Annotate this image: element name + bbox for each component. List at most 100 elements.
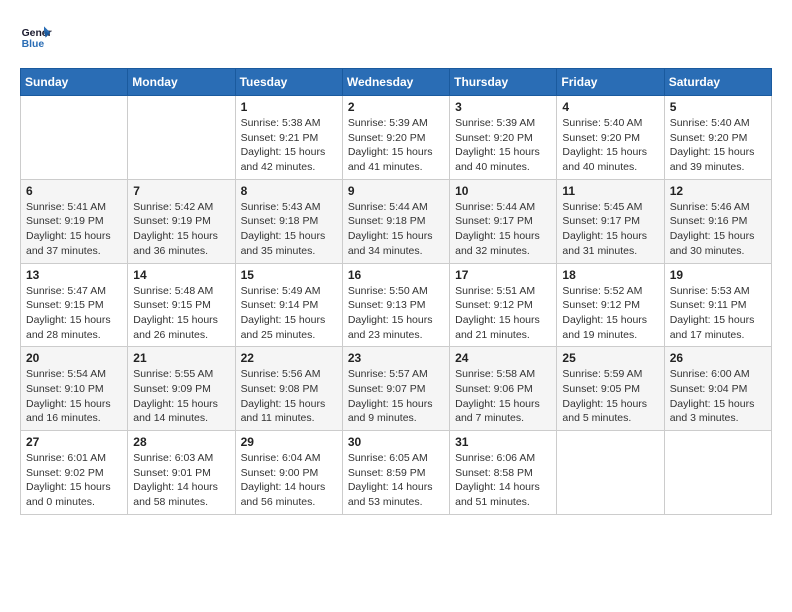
- svg-text:Blue: Blue: [22, 39, 45, 50]
- day-info: Sunrise: 6:05 AMSunset: 8:59 PMDaylight:…: [348, 451, 444, 510]
- day-info: Sunrise: 5:42 AMSunset: 9:19 PMDaylight:…: [133, 200, 229, 259]
- day-info: Sunrise: 5:41 AMSunset: 9:19 PMDaylight:…: [26, 200, 122, 259]
- day-info: Sunrise: 5:48 AMSunset: 9:15 PMDaylight:…: [133, 284, 229, 343]
- calendar-cell: 17Sunrise: 5:51 AMSunset: 9:12 PMDayligh…: [450, 263, 557, 347]
- day-number: 8: [241, 184, 337, 198]
- calendar-cell: 7 Sunrise: 5:42 AMSunset: 9:19 PMDaylight…: [128, 179, 235, 263]
- day-number: 22: [241, 351, 337, 365]
- calendar-week-2: 6 Sunrise: 5:41 AMSunset: 9:19 PMDaylight…: [21, 179, 772, 263]
- calendar-week-5: 27Sunrise: 6:01 AMSunset: 9:02 PMDayligh…: [21, 431, 772, 515]
- day-number: 24: [455, 351, 551, 365]
- day-info: Sunrise: 5:58 AMSunset: 9:06 PMDaylight:…: [455, 367, 551, 426]
- calendar-cell: [664, 431, 771, 515]
- weekday-header-friday: Friday: [557, 69, 664, 96]
- day-number: 11: [562, 184, 658, 198]
- day-info: Sunrise: 5:44 AMSunset: 9:17 PMDaylight:…: [455, 200, 551, 259]
- calendar-cell: 22 Sunrise: 5:56 AMSunset: 9:08 PMDayligh…: [235, 347, 342, 431]
- calendar-cell: 16Sunrise: 5:50 AMSunset: 9:13 PMDayligh…: [342, 263, 449, 347]
- calendar-cell: 21 Sunrise: 5:55 AMSunset: 9:09 PMDayligh…: [128, 347, 235, 431]
- calendar-cell: 10 Sunrise: 5:44 AMSunset: 9:17 PMDayligh…: [450, 179, 557, 263]
- day-info: Sunrise: 5:59 AMSunset: 9:05 PMDaylight:…: [562, 367, 658, 426]
- day-number: 14: [133, 268, 229, 282]
- day-number: 13: [26, 268, 122, 282]
- day-number: 29: [241, 435, 337, 449]
- calendar-cell: 6 Sunrise: 5:41 AMSunset: 9:19 PMDaylight…: [21, 179, 128, 263]
- calendar-cell: [557, 431, 664, 515]
- day-number: 31: [455, 435, 551, 449]
- calendar-cell: 24 Sunrise: 5:58 AMSunset: 9:06 PMDayligh…: [450, 347, 557, 431]
- calendar-cell: 5 Sunrise: 5:40 AMSunset: 9:20 PMDaylight…: [664, 96, 771, 180]
- calendar-cell: 8 Sunrise: 5:43 AMSunset: 9:18 PMDaylight…: [235, 179, 342, 263]
- day-info: Sunrise: 6:01 AMSunset: 9:02 PMDaylight:…: [26, 451, 122, 510]
- day-info: Sunrise: 5:39 AMSunset: 9:20 PMDaylight:…: [455, 116, 551, 175]
- calendar-cell: 31 Sunrise: 6:06 AMSunset: 8:58 PMDayligh…: [450, 431, 557, 515]
- weekday-header-wednesday: Wednesday: [342, 69, 449, 96]
- calendar-week-3: 13Sunrise: 5:47 AMSunset: 9:15 PMDayligh…: [21, 263, 772, 347]
- day-number: 4: [562, 100, 658, 114]
- calendar-cell: 4Sunrise: 5:40 AMSunset: 9:20 PMDaylight…: [557, 96, 664, 180]
- logo-icon: General Blue: [20, 20, 52, 52]
- weekday-header-monday: Monday: [128, 69, 235, 96]
- day-info: Sunrise: 5:52 AMSunset: 9:12 PMDaylight:…: [562, 284, 658, 343]
- calendar-cell: 9 Sunrise: 5:44 AMSunset: 9:18 PMDaylight…: [342, 179, 449, 263]
- calendar-cell: 3 Sunrise: 5:39 AMSunset: 9:20 PMDaylight…: [450, 96, 557, 180]
- day-info: Sunrise: 5:38 AMSunset: 9:21 PMDaylight:…: [241, 116, 337, 175]
- day-number: 7: [133, 184, 229, 198]
- day-info: Sunrise: 6:00 AMSunset: 9:04 PMDaylight:…: [670, 367, 766, 426]
- day-number: 9: [348, 184, 444, 198]
- day-number: 3: [455, 100, 551, 114]
- day-info: Sunrise: 5:39 AMSunset: 9:20 PMDaylight:…: [348, 116, 444, 175]
- calendar-cell: 15 Sunrise: 5:49 AMSunset: 9:14 PMDayligh…: [235, 263, 342, 347]
- day-number: 23: [348, 351, 444, 365]
- day-number: 1: [241, 100, 337, 114]
- calendar-week-1: 1 Sunrise: 5:38 AMSunset: 9:21 PMDaylight…: [21, 96, 772, 180]
- weekday-header-sunday: Sunday: [21, 69, 128, 96]
- day-info: Sunrise: 5:51 AMSunset: 9:12 PMDaylight:…: [455, 284, 551, 343]
- calendar-cell: 18 Sunrise: 5:52 AMSunset: 9:12 PMDayligh…: [557, 263, 664, 347]
- day-info: Sunrise: 5:49 AMSunset: 9:14 PMDaylight:…: [241, 284, 337, 343]
- day-number: 5: [670, 100, 766, 114]
- calendar-cell: 26 Sunrise: 6:00 AMSunset: 9:04 PMDayligh…: [664, 347, 771, 431]
- calendar-cell: 12 Sunrise: 5:46 AMSunset: 9:16 PMDayligh…: [664, 179, 771, 263]
- calendar-cell: 23 Sunrise: 5:57 AMSunset: 9:07 PMDayligh…: [342, 347, 449, 431]
- weekday-header-saturday: Saturday: [664, 69, 771, 96]
- day-number: 21: [133, 351, 229, 365]
- day-info: Sunrise: 5:45 AMSunset: 9:17 PMDaylight:…: [562, 200, 658, 259]
- day-number: 19: [670, 268, 766, 282]
- calendar-cell: 29 Sunrise: 6:04 AMSunset: 9:00 PMDayligh…: [235, 431, 342, 515]
- day-info: Sunrise: 6:04 AMSunset: 9:00 PMDaylight:…: [241, 451, 337, 510]
- calendar-cell: 27Sunrise: 6:01 AMSunset: 9:02 PMDayligh…: [21, 431, 128, 515]
- calendar-cell: 25 Sunrise: 5:59 AMSunset: 9:05 PMDayligh…: [557, 347, 664, 431]
- day-number: 12: [670, 184, 766, 198]
- day-number: 15: [241, 268, 337, 282]
- calendar-cell: 28 Sunrise: 6:03 AMSunset: 9:01 PMDayligh…: [128, 431, 235, 515]
- day-number: 26: [670, 351, 766, 365]
- day-number: 10: [455, 184, 551, 198]
- weekday-header-tuesday: Tuesday: [235, 69, 342, 96]
- day-number: 28: [133, 435, 229, 449]
- day-number: 25: [562, 351, 658, 365]
- day-info: Sunrise: 6:06 AMSunset: 8:58 PMDaylight:…: [455, 451, 551, 510]
- day-info: Sunrise: 5:40 AMSunset: 9:20 PMDaylight:…: [670, 116, 766, 175]
- day-info: Sunrise: 5:44 AMSunset: 9:18 PMDaylight:…: [348, 200, 444, 259]
- calendar-cell: 11 Sunrise: 5:45 AMSunset: 9:17 PMDayligh…: [557, 179, 664, 263]
- calendar-week-4: 20Sunrise: 5:54 AMSunset: 9:10 PMDayligh…: [21, 347, 772, 431]
- day-info: Sunrise: 5:43 AMSunset: 9:18 PMDaylight:…: [241, 200, 337, 259]
- day-number: 30: [348, 435, 444, 449]
- day-info: Sunrise: 5:57 AMSunset: 9:07 PMDaylight:…: [348, 367, 444, 426]
- day-number: 20: [26, 351, 122, 365]
- calendar-cell: 19Sunrise: 5:53 AMSunset: 9:11 PMDayligh…: [664, 263, 771, 347]
- day-info: Sunrise: 5:50 AMSunset: 9:13 PMDaylight:…: [348, 284, 444, 343]
- calendar-cell: 14 Sunrise: 5:48 AMSunset: 9:15 PMDayligh…: [128, 263, 235, 347]
- day-number: 6: [26, 184, 122, 198]
- calendar-table: SundayMondayTuesdayWednesdayThursdayFrid…: [20, 68, 772, 515]
- day-info: Sunrise: 5:46 AMSunset: 9:16 PMDaylight:…: [670, 200, 766, 259]
- day-info: Sunrise: 5:55 AMSunset: 9:09 PMDaylight:…: [133, 367, 229, 426]
- day-number: 18: [562, 268, 658, 282]
- day-info: Sunrise: 6:03 AMSunset: 9:01 PMDaylight:…: [133, 451, 229, 510]
- logo: General Blue: [20, 20, 52, 52]
- page-header: General Blue: [20, 20, 772, 52]
- calendar-cell: 2 Sunrise: 5:39 AMSunset: 9:20 PMDaylight…: [342, 96, 449, 180]
- day-number: 2: [348, 100, 444, 114]
- day-info: Sunrise: 5:56 AMSunset: 9:08 PMDaylight:…: [241, 367, 337, 426]
